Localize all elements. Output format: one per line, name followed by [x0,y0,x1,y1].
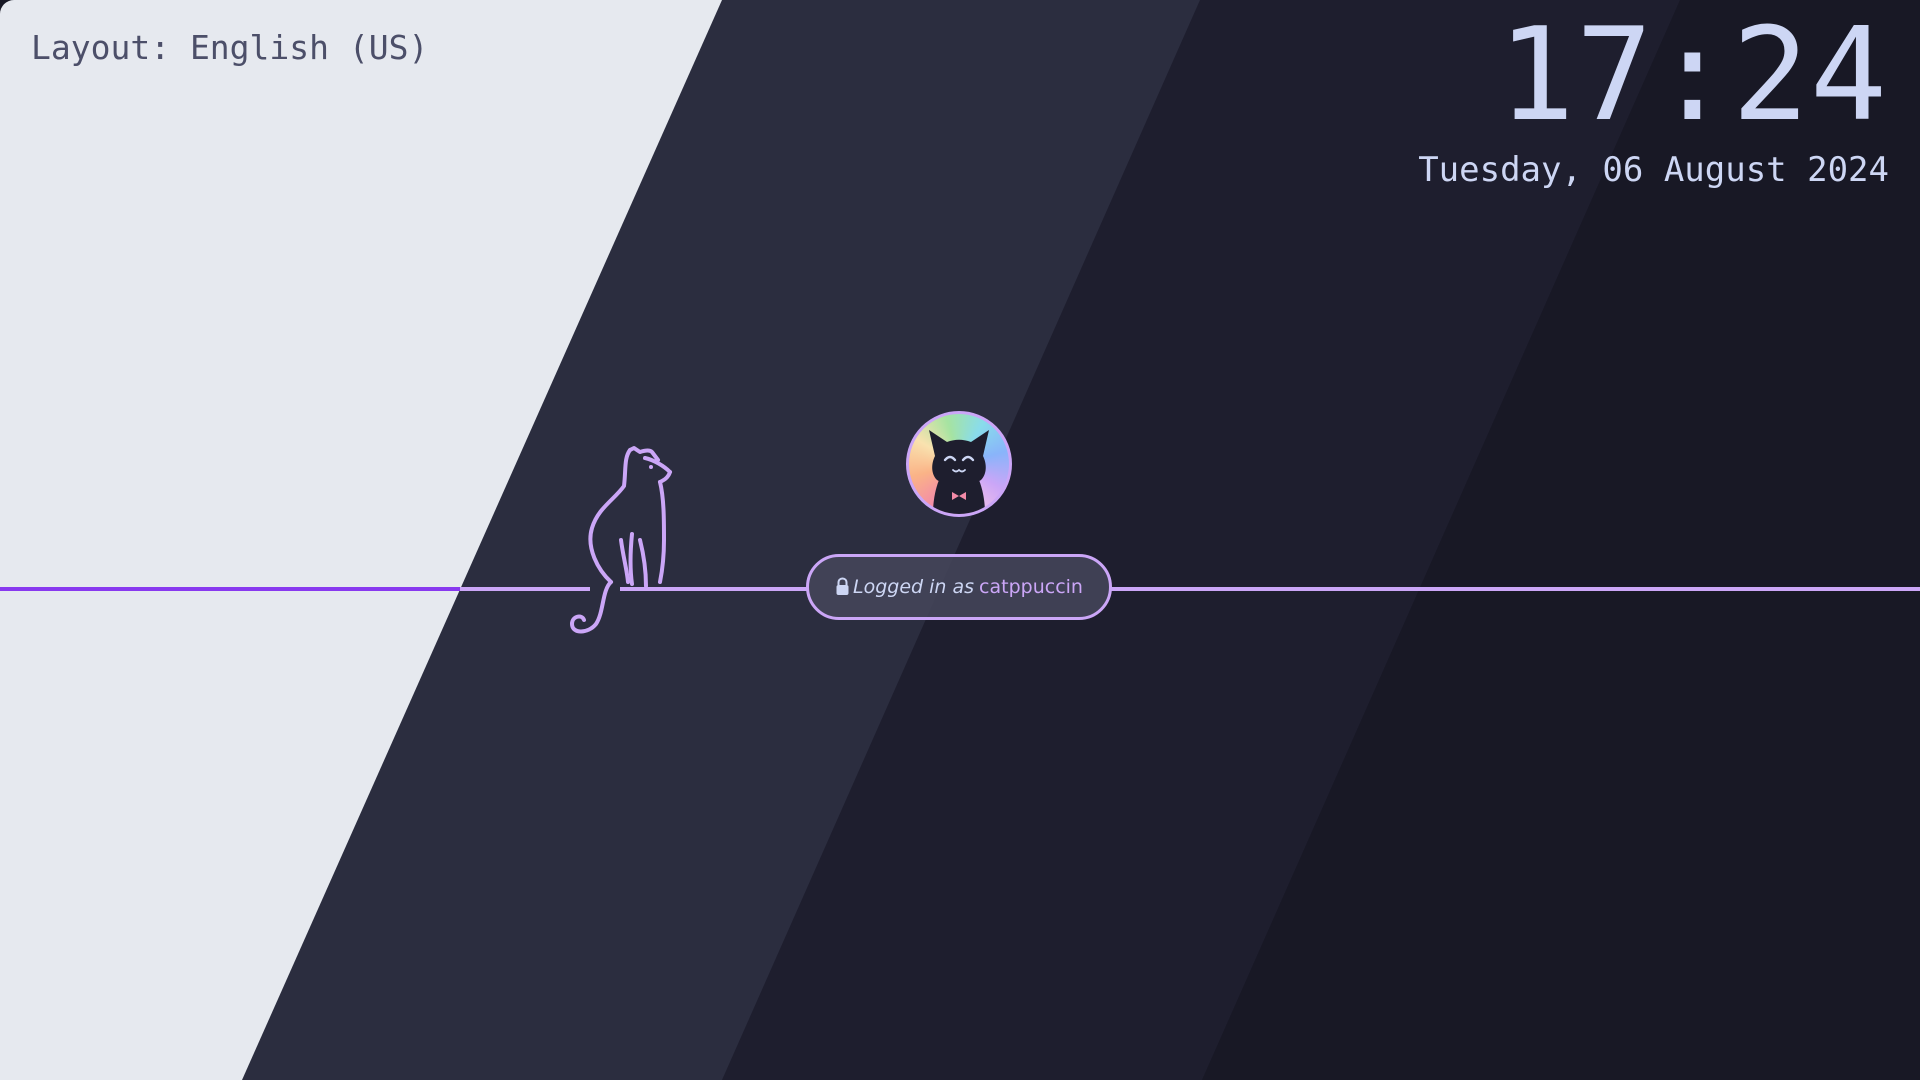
keyboard-layout-label: Layout: English (US) [31,28,429,67]
cat-avatar-icon [929,430,989,514]
login-username: catppuccin [979,576,1083,598]
lock-screen: Layout: English (US) 17:24 Tuesday, 06 A… [0,0,1920,1080]
clock-date: Tuesday, 06 August 2024 [1418,150,1889,190]
login-prefix-text: Logged in as [853,576,975,598]
lock-icon [836,577,849,595]
user-avatar [906,411,1012,517]
clock-time: 17:24 [1497,1,1888,150]
login-status[interactable]: Logged in as catppuccin [806,554,1112,620]
